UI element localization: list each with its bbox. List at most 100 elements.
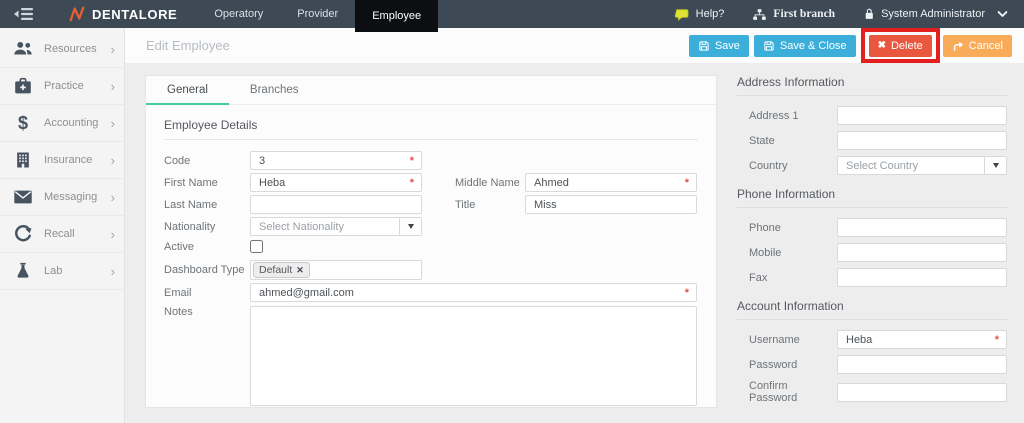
- menu-item-provider[interactable]: Provider: [280, 0, 355, 28]
- state-field: [837, 131, 1007, 150]
- employee-form-panel: General Branches Employee Details Code *…: [145, 75, 717, 408]
- code-field: *: [250, 151, 422, 170]
- phone-section-title: Phone Information: [737, 187, 1007, 208]
- fax-input[interactable]: [838, 269, 1006, 286]
- envelope-icon: [11, 185, 35, 209]
- address1-field: [837, 106, 1007, 125]
- email-field: *: [250, 283, 697, 302]
- phone-label: Phone: [749, 222, 837, 234]
- user-label: System Administrator: [881, 8, 985, 20]
- nationality-select[interactable]: Select Nationality: [250, 217, 422, 236]
- caret-down-icon[interactable]: [399, 218, 421, 235]
- floppy-save-icon: [763, 40, 775, 52]
- chip-remove-icon[interactable]: ✕: [296, 265, 304, 276]
- sidebar-item-resources[interactable]: Resources ›: [0, 31, 124, 68]
- state-input[interactable]: [838, 132, 1006, 149]
- sidebar-item-label: Lab: [44, 265, 62, 277]
- dashboard-chip: Default ✕: [253, 262, 310, 278]
- phone-input[interactable]: [838, 219, 1006, 236]
- brand-name: DENTALORE: [92, 7, 177, 22]
- dashboard-type-label: Dashboard Type: [164, 264, 250, 276]
- page-header: Edit Employee Save Save & Close ✖ Delete…: [125, 28, 1024, 63]
- section-title: Employee Details: [164, 118, 698, 140]
- mobile-input[interactable]: [838, 244, 1006, 261]
- sidebar-collapse-button[interactable]: [0, 0, 44, 28]
- code-input[interactable]: [251, 152, 421, 169]
- sidebar-item-label: Accounting: [44, 117, 98, 129]
- employee-form: Code * First Name * Middle Name * Last N…: [146, 140, 716, 406]
- chevron-right-icon: ›: [111, 43, 115, 56]
- sidebar-item-practice[interactable]: Practice ›: [0, 68, 124, 105]
- phone-field: [837, 218, 1007, 237]
- country-select[interactable]: Select Country: [837, 156, 1007, 175]
- cancel-arrow-icon: [952, 40, 964, 52]
- collapse-menu-icon: [14, 7, 34, 21]
- save-button[interactable]: Save: [689, 35, 749, 57]
- account-section: Username * Password Confirm Password: [737, 320, 1007, 416]
- dashboard-type-field[interactable]: Default ✕: [250, 260, 422, 280]
- page-title: Edit Employee: [146, 38, 230, 53]
- chevron-right-icon: ›: [111, 265, 115, 278]
- mobile-field: [837, 243, 1007, 262]
- required-asterisk: *: [410, 177, 414, 189]
- sidebar-item-label: Practice: [44, 80, 84, 92]
- active-label: Active: [164, 241, 250, 253]
- first-name-input[interactable]: [251, 174, 421, 191]
- sitemap-branch-icon: [752, 8, 767, 21]
- sidebar-item-label: Resources: [44, 43, 97, 55]
- help-label: Help?: [696, 8, 725, 20]
- chevron-right-icon: ›: [111, 80, 115, 93]
- action-buttons: Save Save & Close ✖ Delete Cancel: [689, 28, 1024, 63]
- sidebar-item-messaging[interactable]: Messaging ›: [0, 179, 124, 216]
- help-menu[interactable]: Help?: [674, 8, 725, 21]
- sidebar-item-insurance[interactable]: Insurance ›: [0, 142, 124, 179]
- delete-x-icon: ✖: [878, 40, 886, 51]
- brand-logo[interactable]: DENTALORE: [68, 0, 177, 28]
- employee-details-section: Employee Details: [164, 118, 698, 140]
- notes-label: Notes: [164, 306, 250, 318]
- confirm-password-input[interactable]: [838, 384, 1006, 401]
- delete-highlight-box: ✖ Delete: [861, 28, 940, 63]
- active-checkbox[interactable]: [250, 240, 263, 253]
- sidebar-nav: Resources › Practice › $ Accounting › In…: [0, 28, 125, 423]
- tab-branches[interactable]: Branches: [229, 76, 320, 104]
- title-input[interactable]: [526, 196, 696, 213]
- required-asterisk: *: [995, 334, 999, 346]
- password-field: [837, 355, 1007, 374]
- sidebar-item-accounting[interactable]: $ Accounting ›: [0, 105, 124, 142]
- title-label: Title: [455, 199, 525, 211]
- notes-textarea[interactable]: [250, 306, 697, 406]
- users-group-icon: [11, 37, 35, 61]
- username-input[interactable]: [838, 331, 1006, 348]
- confirm-password-field: [837, 383, 1007, 402]
- sidebar-item-recall[interactable]: Recall ›: [0, 216, 124, 253]
- form-tabs: General Branches: [146, 76, 716, 105]
- middle-name-input[interactable]: [526, 174, 696, 191]
- menu-item-employee[interactable]: Employee: [355, 0, 438, 32]
- top-navbar: DENTALORE Operatory Provider Employee He…: [0, 0, 1024, 28]
- password-input[interactable]: [838, 356, 1006, 373]
- title-field: [525, 195, 697, 214]
- tab-general[interactable]: General: [146, 76, 229, 104]
- lock-icon: [863, 7, 875, 21]
- sidebar-item-lab[interactable]: Lab ›: [0, 253, 124, 290]
- email-input[interactable]: [251, 284, 696, 301]
- refresh-icon: [11, 222, 35, 246]
- middle-name-field: *: [525, 173, 697, 192]
- sidebar-item-label: Insurance: [44, 154, 92, 166]
- branch-selector[interactable]: First branch: [752, 8, 835, 21]
- delete-button[interactable]: ✖ Delete: [869, 35, 932, 57]
- first-name-field: *: [250, 173, 422, 192]
- cancel-button[interactable]: Cancel: [943, 35, 1012, 57]
- chevron-right-icon: ›: [111, 154, 115, 167]
- sidebar-item-label: Recall: [44, 228, 75, 240]
- last-name-label: Last Name: [164, 199, 250, 211]
- menu-item-operatory[interactable]: Operatory: [197, 0, 280, 28]
- country-placeholder: Select Country: [838, 160, 984, 172]
- user-menu[interactable]: System Administrator: [863, 7, 1008, 21]
- last-name-input[interactable]: [251, 196, 421, 213]
- fax-field: [837, 268, 1007, 287]
- address1-input[interactable]: [838, 107, 1006, 124]
- caret-down-icon[interactable]: [984, 157, 1006, 174]
- save-and-close-button[interactable]: Save & Close: [754, 35, 856, 57]
